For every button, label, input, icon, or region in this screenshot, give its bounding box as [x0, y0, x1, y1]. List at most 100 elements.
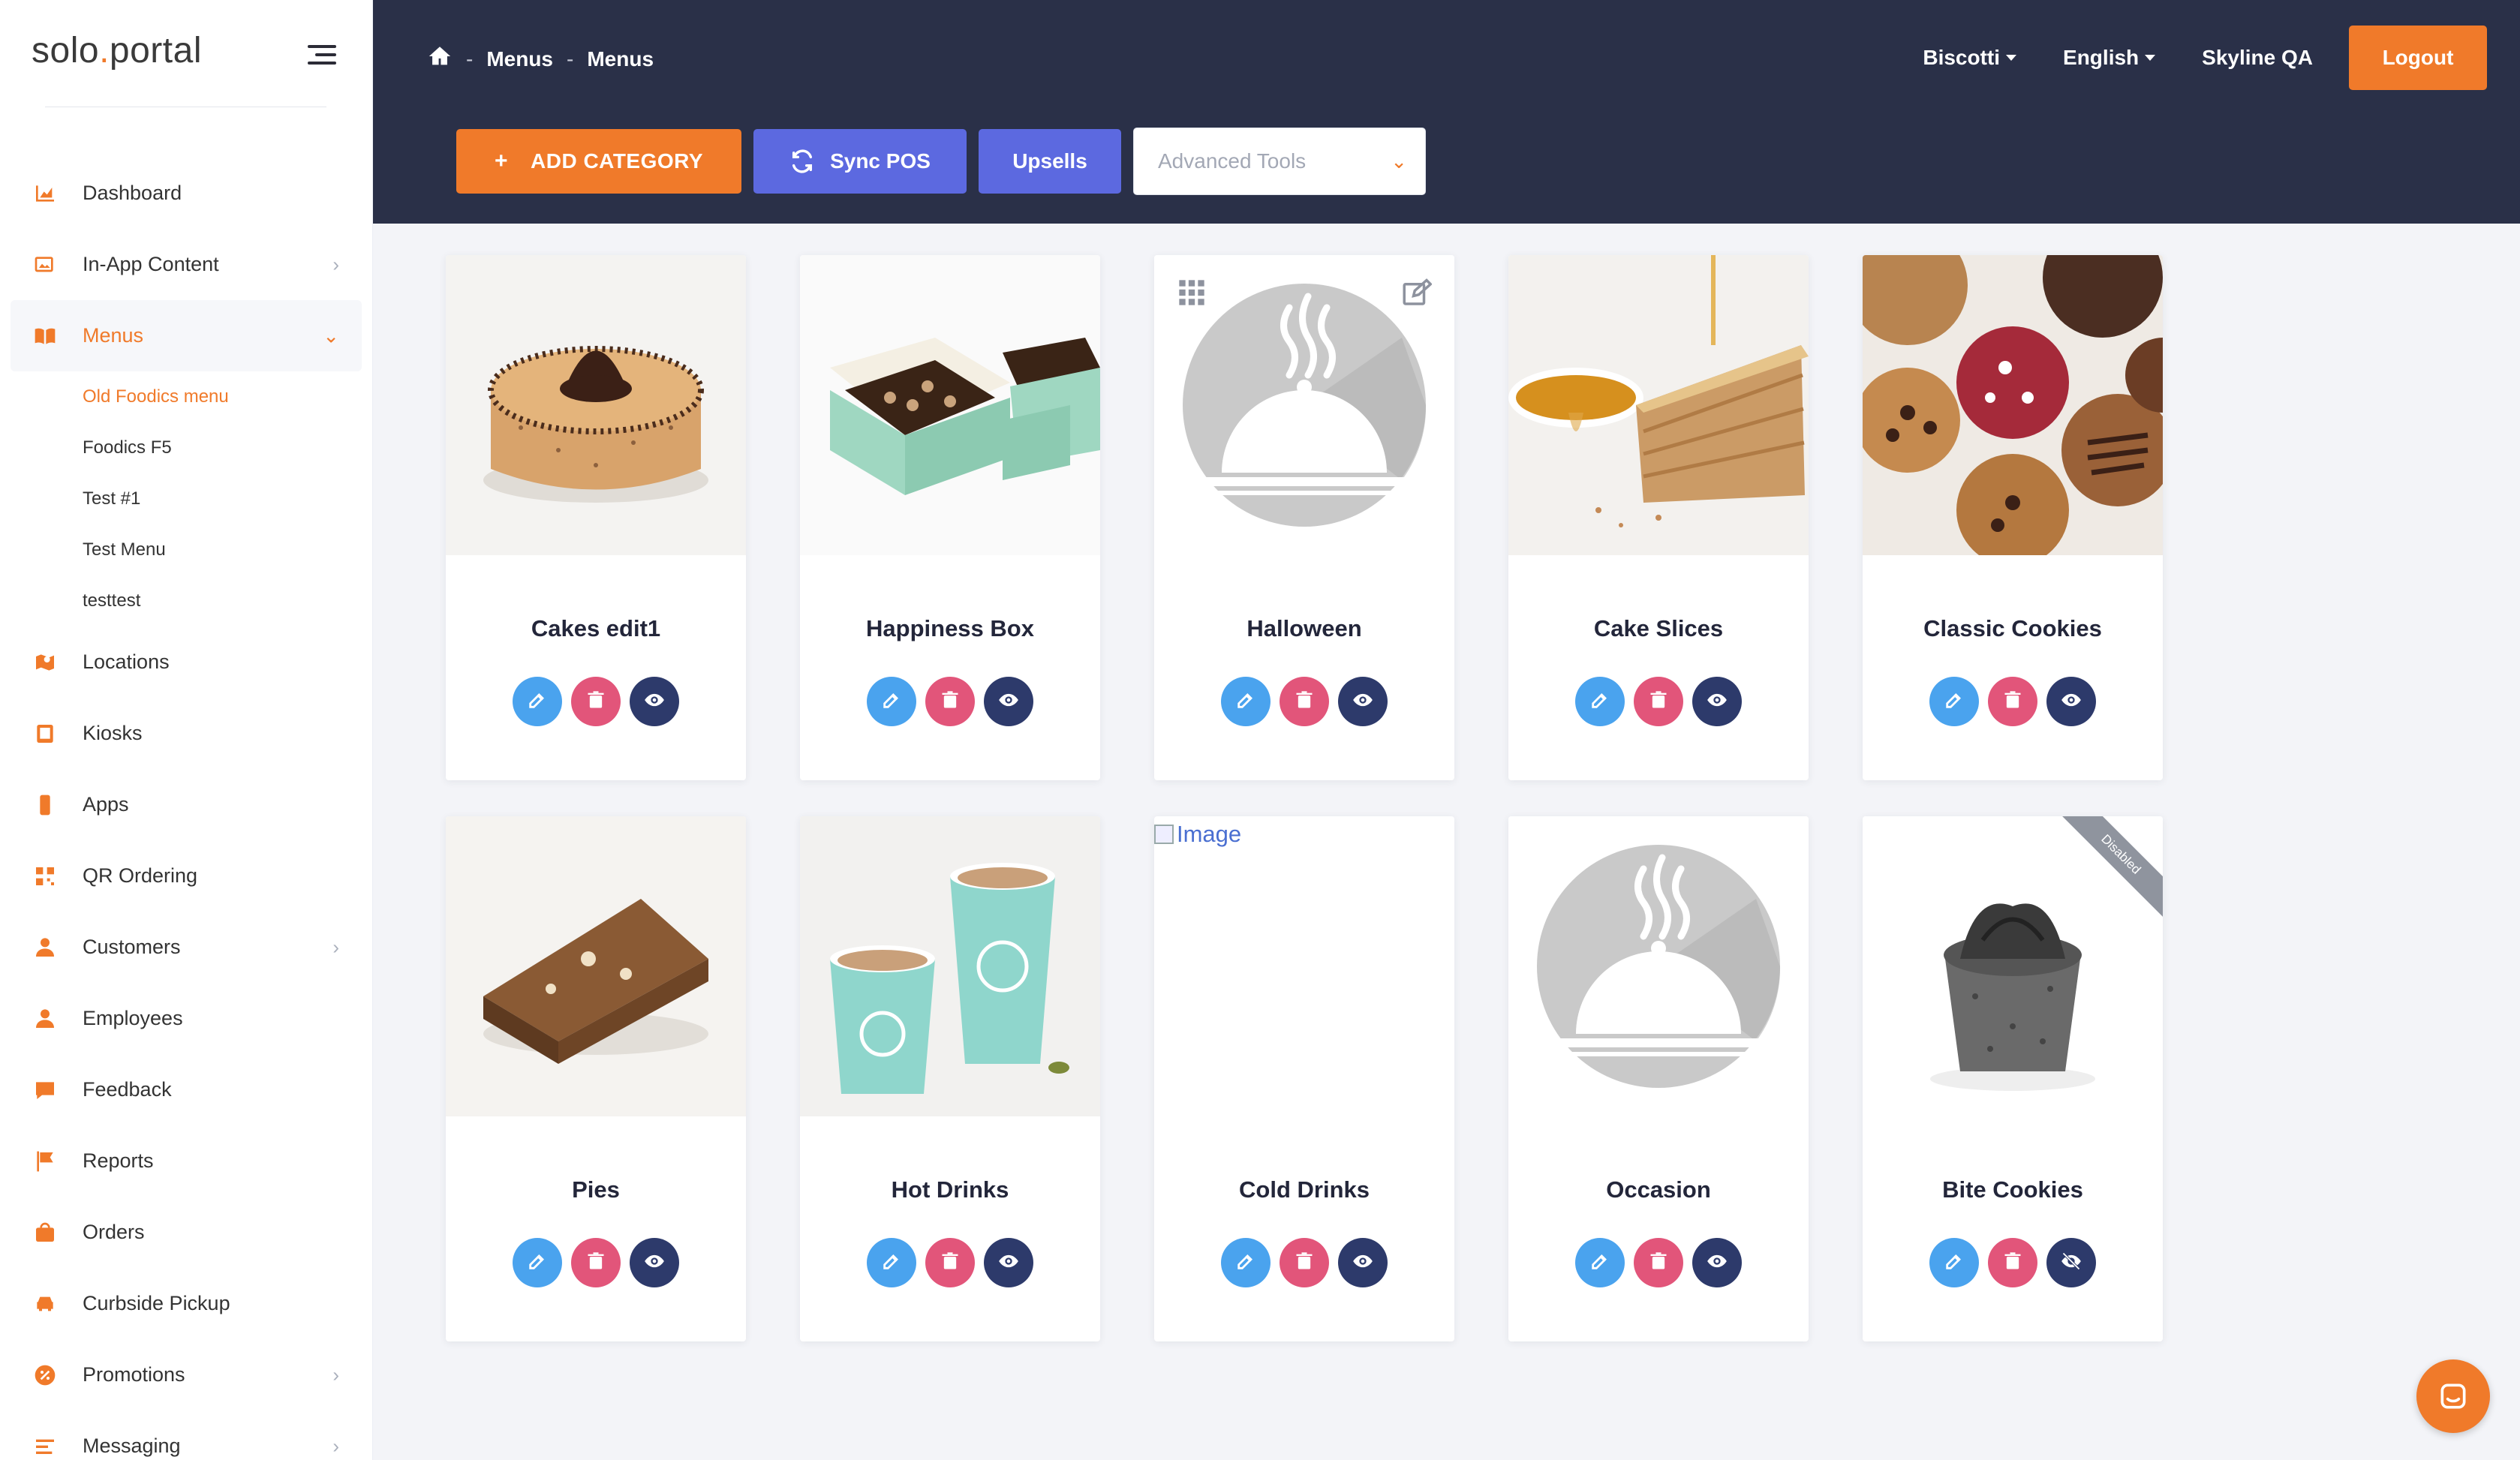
sidebar-item-curbside-pickup[interactable]: Curbside Pickup	[11, 1268, 362, 1339]
category-title: Pies	[572, 1176, 620, 1203]
drag-handle-icon[interactable]	[1177, 278, 1207, 308]
visibility-button[interactable]	[1692, 1238, 1742, 1287]
submenu-item[interactable]: testtest	[83, 575, 362, 626]
chat-launcher-button[interactable]	[2416, 1359, 2490, 1433]
delete-button[interactable]	[1634, 677, 1683, 726]
submenu-item[interactable]: Old Foodics menu	[83, 371, 362, 422]
visibility-button[interactable]	[630, 1238, 679, 1287]
advanced-tools-select[interactable]: Advanced Tools ⌄	[1133, 128, 1426, 195]
sidebar-item-orders[interactable]: Orders	[11, 1197, 362, 1268]
category-card[interactable]: Occasion	[1508, 816, 1809, 1341]
hamburger-icon[interactable]	[308, 44, 336, 66]
submenu-item[interactable]: Test #1	[83, 473, 362, 524]
category-title: Bite Cookies	[1942, 1176, 2083, 1203]
sidebar-item-menus[interactable]: Menus ⌄	[11, 300, 362, 371]
category-title: Cold Drinks	[1239, 1176, 1370, 1203]
sidebar-item-label: Menus	[83, 324, 144, 347]
category-card[interactable]: Image Cold Drinks	[1154, 816, 1454, 1341]
add-category-label: ADD CATEGORY	[531, 149, 704, 173]
trash-icon	[2002, 1251, 2023, 1275]
sidebar-item-messaging[interactable]: Messaging ›	[11, 1410, 362, 1460]
delete-button[interactable]	[1634, 1238, 1683, 1287]
sidebar-item-dashboard[interactable]: Dashboard	[11, 158, 362, 229]
chevron-right-icon: ›	[332, 936, 339, 958]
sidebar-item-promotions[interactable]: Promotions ›	[11, 1339, 362, 1410]
category-actions	[1154, 1238, 1454, 1287]
edit-button[interactable]	[1575, 677, 1625, 726]
chat-icon	[2440, 1383, 2466, 1409]
category-title: Hot Drinks	[891, 1176, 1009, 1203]
brand-select[interactable]: Biscotti	[1923, 46, 2017, 70]
sidebar-item-customers[interactable]: Customers ›	[11, 912, 362, 983]
add-category-button[interactable]: + ADD CATEGORY	[456, 129, 741, 194]
visibility-button[interactable]	[630, 677, 679, 726]
edit-button[interactable]	[1221, 1238, 1271, 1287]
sidebar-item-kiosks[interactable]: Kiosks	[11, 698, 362, 769]
category-card[interactable]: Cake Slices	[1508, 255, 1809, 780]
sidebar-item-qr-ordering[interactable]: QR Ordering	[11, 840, 362, 912]
edit-icon	[527, 1251, 548, 1275]
delete-button[interactable]	[1280, 677, 1329, 726]
sidebar-item-locations[interactable]: Locations	[11, 626, 362, 698]
eye-icon	[998, 689, 1019, 714]
category-actions	[800, 677, 1100, 726]
submenu-item[interactable]: Foodics F5	[83, 422, 362, 473]
edit-button[interactable]	[867, 1238, 916, 1287]
delete-button[interactable]	[1988, 1238, 2037, 1287]
visibility-button[interactable]	[984, 1238, 1033, 1287]
sidebar-item-employees[interactable]: Employees	[11, 983, 362, 1054]
visibility-button[interactable]	[1338, 1238, 1388, 1287]
edit-button[interactable]	[1929, 677, 1979, 726]
edit-button[interactable]	[867, 677, 916, 726]
brand-logo[interactable]: solo.portal	[32, 30, 202, 71]
delete-button[interactable]	[571, 677, 621, 726]
logout-button[interactable]: Logout	[2349, 26, 2487, 90]
visibility-off-button[interactable]	[2046, 1238, 2096, 1287]
user-icon	[33, 1007, 57, 1031]
visibility-button[interactable]	[1692, 677, 1742, 726]
delete-button[interactable]	[925, 1238, 975, 1287]
upsells-button[interactable]: Upsells	[979, 129, 1121, 194]
edit-button[interactable]	[1221, 677, 1271, 726]
category-card[interactable]: Happiness Box	[800, 255, 1100, 780]
category-card[interactable]: Classic Cookies	[1863, 255, 2163, 780]
submenu-item[interactable]: Test Menu	[83, 524, 362, 575]
sidebar-item-reports[interactable]: Reports	[11, 1125, 362, 1197]
delete-button[interactable]	[571, 1238, 621, 1287]
category-card[interactable]: Cakes edit1	[446, 255, 746, 780]
sync-pos-button[interactable]: Sync POS	[753, 129, 967, 194]
visibility-button[interactable]	[2046, 677, 2096, 726]
edit-button[interactable]	[1575, 1238, 1625, 1287]
sidebar-item-label: Curbside Pickup	[83, 1292, 230, 1314]
visibility-button[interactable]	[1338, 677, 1388, 726]
delete-button[interactable]	[1280, 1238, 1329, 1287]
visibility-button[interactable]	[984, 677, 1033, 726]
home-icon[interactable]	[427, 44, 453, 74]
sidebar-item-label: Feedback	[83, 1078, 172, 1101]
category-card[interactable]: Halloween	[1154, 255, 1454, 780]
breadcrumb-menus[interactable]: Menus	[486, 47, 553, 71]
language-select[interactable]: English	[2063, 46, 2156, 70]
sidebar-item-label: QR Ordering	[83, 864, 198, 887]
sidebar-item-feedback[interactable]: Feedback	[11, 1054, 362, 1125]
category-actions	[446, 677, 746, 726]
delete-button[interactable]	[925, 677, 975, 726]
category-image	[446, 816, 746, 1116]
edit-button[interactable]	[1929, 1238, 1979, 1287]
edit-image-icon[interactable]	[1400, 278, 1433, 309]
sidebar-item-label: Orders	[83, 1221, 145, 1243]
edit-button[interactable]	[513, 677, 562, 726]
edit-button[interactable]	[513, 1238, 562, 1287]
eye-icon	[1707, 689, 1728, 714]
category-image	[1508, 816, 1809, 1116]
category-card[interactable]: Hot Drinks	[800, 816, 1100, 1341]
category-image	[1863, 255, 2163, 555]
sidebar-nav: Dashboard In-App Content › Menus ⌄ Old Foodic…	[11, 158, 362, 1460]
category-card[interactable]: Pies	[446, 816, 746, 1341]
sidebar-item-apps[interactable]: Apps	[11, 769, 362, 840]
sidebar-item-in-app-content[interactable]: In-App Content ›	[11, 229, 362, 300]
map-icon	[33, 650, 57, 674]
category-card[interactable]: Disabled Bite Cookies	[1863, 816, 2163, 1341]
delete-button[interactable]	[1988, 677, 2037, 726]
flag-icon	[33, 1149, 57, 1173]
